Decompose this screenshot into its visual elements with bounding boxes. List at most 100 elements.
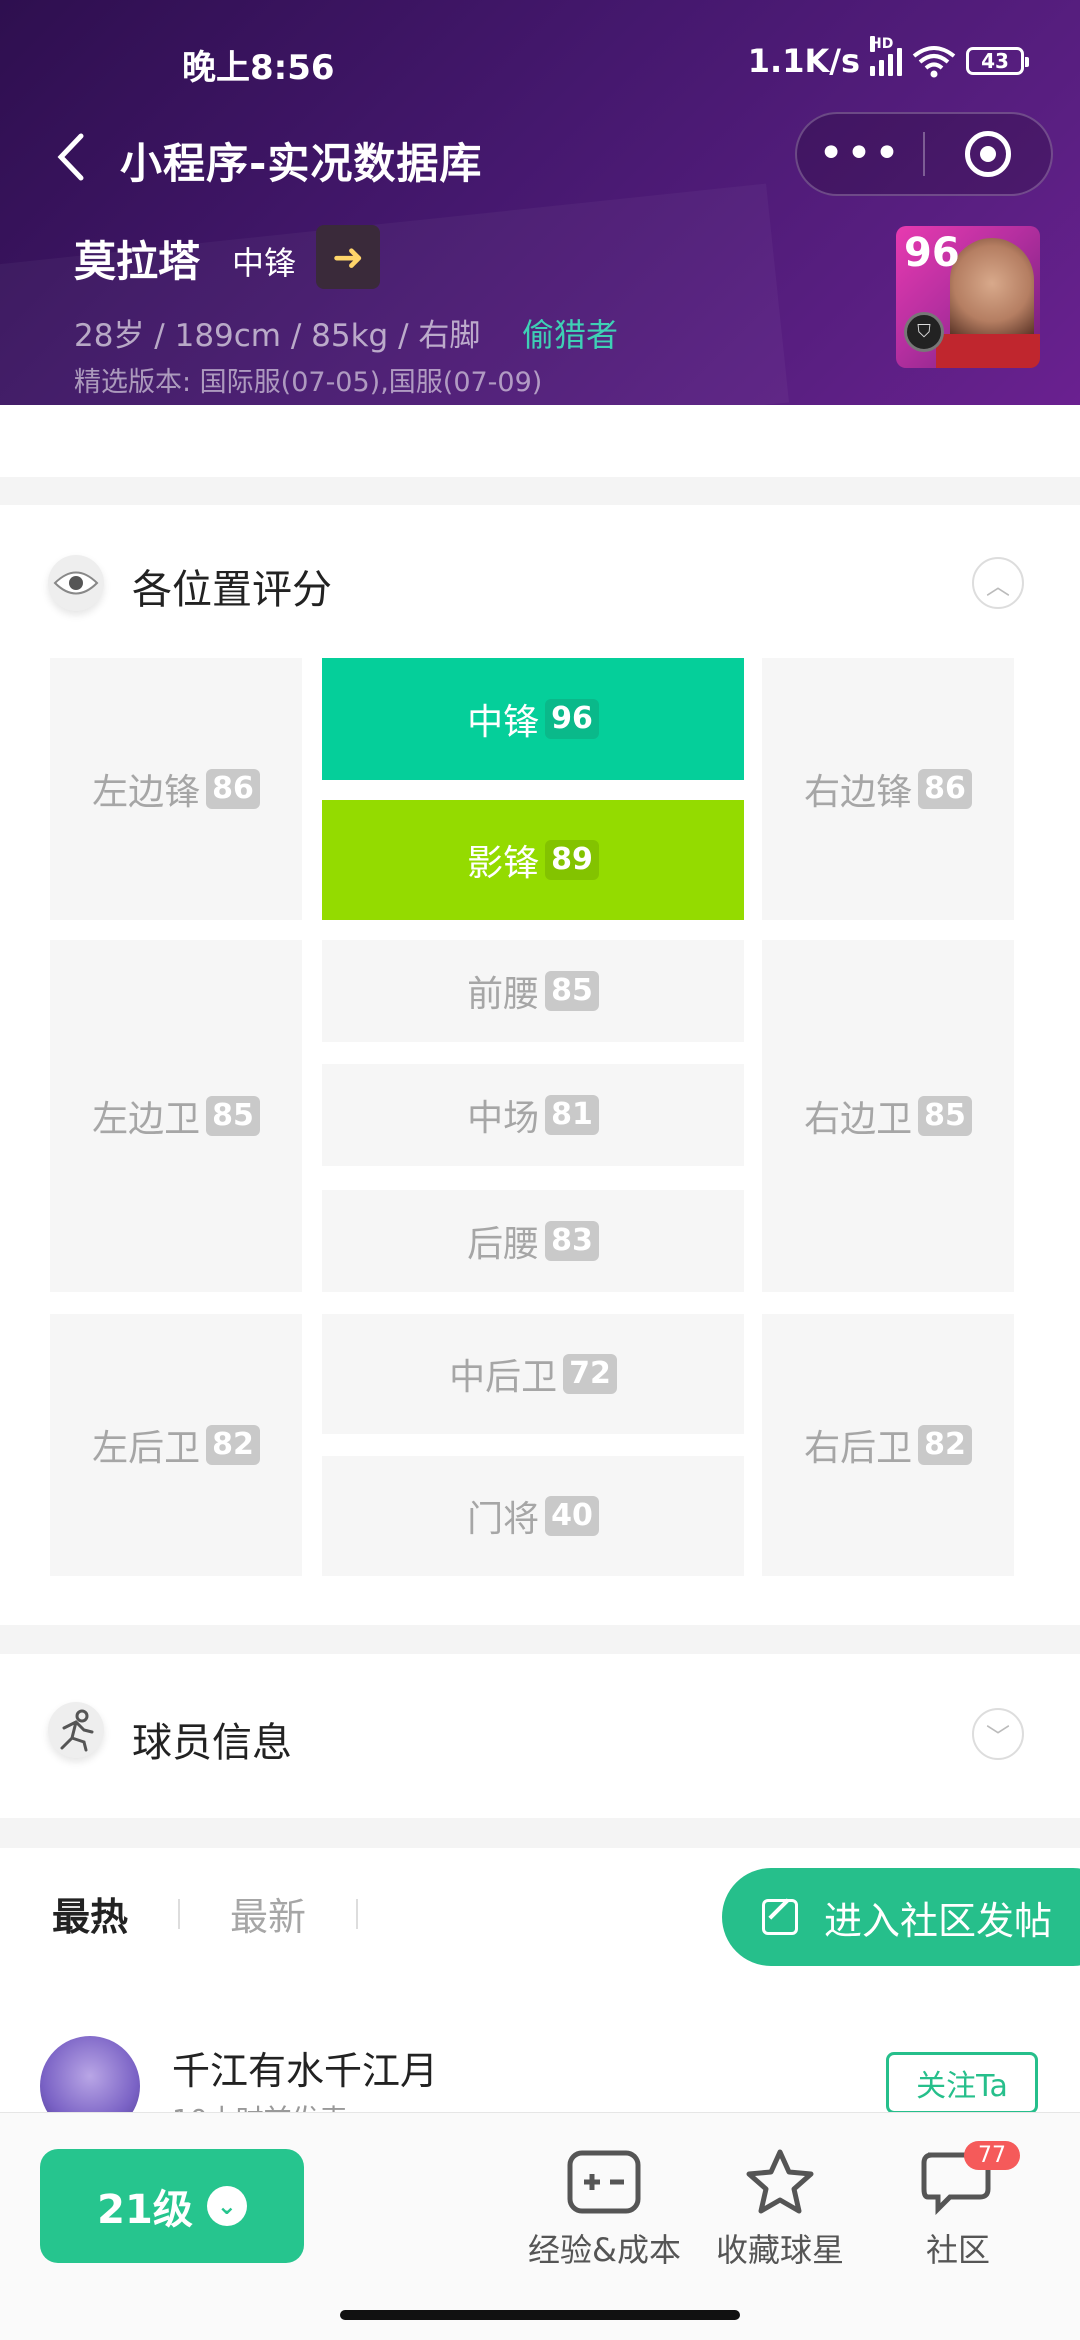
signal-icon: HD <box>870 36 902 76</box>
position-value: 89 <box>545 840 599 880</box>
status-right: 1.1K/s HD 43 <box>747 36 1029 80</box>
shield-icon: ⛉ <box>904 312 944 352</box>
net-speed: 1.1K/s <box>747 42 860 80</box>
bottom-item-label: 社区 <box>925 2231 990 2269</box>
position-rwf[interactable]: 右边锋 86 <box>762 658 1014 920</box>
position-cmf[interactable]: 中场 81 <box>322 1064 744 1166</box>
nav-bar: 小程序-实况数据库 ••• <box>0 112 1080 202</box>
position-label: 前腰 <box>467 974 540 1015</box>
home-indicator <box>340 2310 740 2320</box>
wifi-icon <box>912 46 956 78</box>
chevron-up-icon[interactable]: ︿ <box>972 557 1024 609</box>
more-button[interactable]: ••• <box>797 114 923 194</box>
tab-divider <box>178 1898 181 1929</box>
player-info-header[interactable]: 球员信息 ﹀ <box>0 1654 1080 1804</box>
status-bar: 晚上8:56 1.1K/s HD 43 <box>0 0 1080 120</box>
position-value: 86 <box>206 769 260 809</box>
player-meta: 28岁 / 189cm / 85kg / 右脚 <box>74 318 481 354</box>
position-label: 右边卫 <box>804 1099 913 1140</box>
ratings-title: 各位置评分 <box>132 567 332 613</box>
battery-icon: 43 <box>966 47 1029 75</box>
position-label: 右边锋 <box>804 772 913 813</box>
plus-minus-icon <box>566 2149 642 2215</box>
position-lcb[interactable]: 左后卫 82 <box>50 1314 302 1576</box>
position-amf[interactable]: 前腰 85 <box>322 940 744 1042</box>
position-dmf[interactable]: 后腰 83 <box>322 1190 744 1292</box>
position-lwf[interactable]: 左边锋 86 <box>50 658 302 920</box>
bottom-item-favorites[interactable]: 收藏球星 <box>716 2149 844 2271</box>
status-time: 晚上8:56 <box>182 48 335 88</box>
network-type: HD <box>870 36 894 52</box>
position-cb[interactable]: 中后卫 72 <box>322 1314 744 1434</box>
position-gk[interactable]: 门将 40 <box>322 1456 744 1576</box>
card-rating: 96 <box>904 230 960 276</box>
post-button-label: 进入社区发帖 <box>824 1898 1053 1943</box>
position-value: 85 <box>918 1096 972 1136</box>
tab-new[interactable]: 最新 <box>230 1886 306 1941</box>
chevron-down-icon: ⌄ <box>206 2186 247 2226</box>
bottom-item-community[interactable]: 77 社区 <box>920 2141 1020 2271</box>
chat-icon: 77 <box>920 2141 1020 2215</box>
follow-button[interactable]: 关注Ta <box>886 2052 1038 2114</box>
player-info-section: 球员信息 ﹀ <box>0 1654 1080 1818</box>
spacer <box>0 405 1080 477</box>
position-label: 左边锋 <box>92 772 201 813</box>
player-shirt <box>936 334 1040 368</box>
position-value: 82 <box>206 1425 260 1465</box>
position-value: 85 <box>206 1096 260 1136</box>
back-button[interactable] <box>40 127 100 187</box>
position-ss[interactable]: 影锋 89 <box>322 800 744 920</box>
player-info-title: 球员信息 <box>132 1720 292 1766</box>
position-label: 后腰 <box>467 1224 540 1265</box>
position-value: 83 <box>545 1221 599 1261</box>
position-value: 96 <box>545 699 599 739</box>
edit-icon <box>762 1899 798 1935</box>
position-value: 40 <box>545 1496 599 1536</box>
arrow-right-button[interactable]: ➜ <box>316 225 380 289</box>
post-author[interactable]: 千江有水千江月 <box>172 2040 438 2095</box>
position-label: 中锋 <box>467 702 540 743</box>
target-icon <box>964 131 1011 177</box>
bottom-item-label: 经验&成本 <box>528 2231 681 2269</box>
bottom-item-exp[interactable]: 经验&成本 <box>528 2149 681 2271</box>
position-lb[interactable]: 左边卫 85 <box>50 940 302 1292</box>
position-value: 72 <box>563 1354 617 1394</box>
chevron-left-icon <box>57 133 84 181</box>
position-label: 右后卫 <box>804 1428 913 1469</box>
chevron-down-icon[interactable]: ﹀ <box>972 1708 1024 1760</box>
ratings-header[interactable]: 各位置评分 ︿ <box>0 505 1080 655</box>
player-card[interactable]: 96 ⛉ <box>896 226 1040 368</box>
position-rcb[interactable]: 右后卫 82 <box>762 1314 1014 1576</box>
level-label: 21级 <box>97 2187 193 2233</box>
position-label: 中后卫 <box>449 1357 558 1398</box>
position-rb[interactable]: 右边卫 85 <box>762 940 1014 1292</box>
bottom-bar: 21级 ⌄ 经验&成本 收藏球星 77 社区 <box>0 2112 1080 2340</box>
notification-badge: 77 <box>964 2141 1020 2170</box>
mini-program-capsule: ••• <box>795 112 1053 196</box>
page-title: 小程序-实况数据库 <box>120 139 483 188</box>
header: 晚上8:56 1.1K/s HD 43 小程序-实况数据库 ••• 莫拉塔 中锋… <box>0 0 1080 405</box>
player-position: 中锋 <box>232 244 297 282</box>
position-value: 81 <box>545 1095 599 1135</box>
player-style-tag[interactable]: 偷猎者 <box>522 310 618 356</box>
bottom-item-label: 收藏球星 <box>716 2231 845 2269</box>
position-label: 左边卫 <box>92 1099 201 1140</box>
star-icon <box>742 2149 818 2215</box>
position-value: 85 <box>545 971 599 1011</box>
level-button[interactable]: 21级 ⌄ <box>40 2149 304 2263</box>
community-tabs: 最热 最新 <box>52 1886 408 1941</box>
position-cf[interactable]: 中锋 96 <box>322 658 744 780</box>
player-name: 莫拉塔 <box>74 237 201 286</box>
position-value: 86 <box>918 769 972 809</box>
close-button[interactable] <box>925 131 1051 177</box>
position-label: 中场 <box>467 1098 540 1139</box>
runner-icon <box>48 1702 104 1758</box>
player-version: 精选版本: 国际服(07-05),国服(07-09) <box>74 367 543 398</box>
tab-divider <box>356 1898 359 1929</box>
position-label: 门将 <box>467 1499 540 1540</box>
eye-icon <box>48 555 104 611</box>
position-label: 影锋 <box>467 843 540 884</box>
community-post-button[interactable]: 进入社区发帖 <box>722 1868 1080 1966</box>
tab-hot[interactable]: 最热 <box>52 1886 128 1941</box>
position-label: 左后卫 <box>92 1428 201 1469</box>
